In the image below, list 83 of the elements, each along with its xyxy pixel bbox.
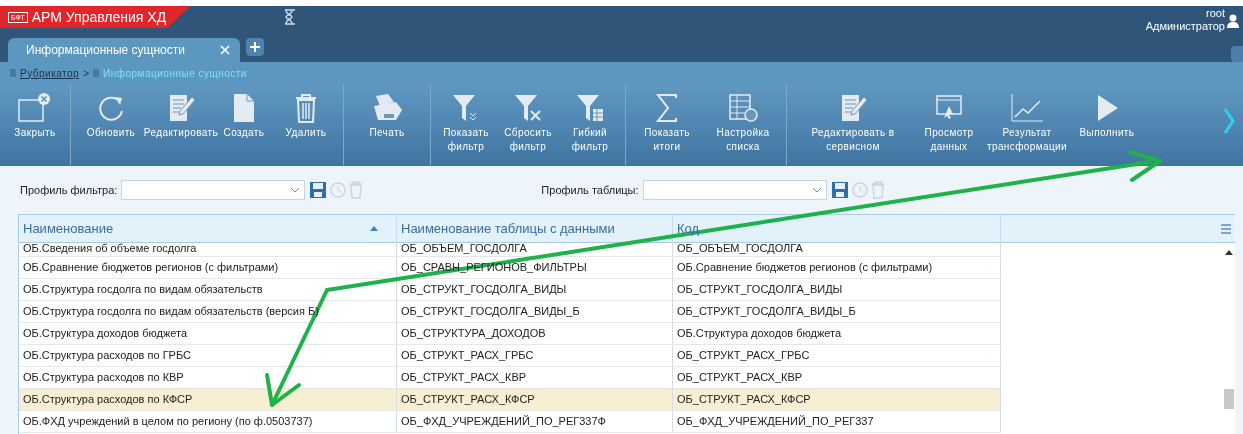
column-header[interactable]: Наименование [19,215,397,242]
close-icon [17,92,53,124]
trash-icon[interactable] [870,181,885,199]
menu-icon[interactable] [1221,223,1231,234]
table-cell: ОБ.Сравнение бюджетов регионов (с фильтрами) [19,257,397,278]
plus-icon [250,42,260,52]
save-icon[interactable] [309,181,328,199]
table-cell: ОБ_СТРУКТ_РАСХ_КВР [397,367,673,388]
table-cell: ОБ.Структура доходов бюджета [673,323,1001,344]
table-row[interactable]: ОБ.Структура расходов по ГРБС ОБ_СТРУКТ_РАСХ_ГРБС ОБ_СТРУКТ_РАСХ_ГРБС [19,345,1001,367]
toolbar-button[interactable]: Удалить [273,84,339,166]
table-row[interactable]: ОБ.Сведения об объеме госдолга ОБ_ОБЪЕМ_ГОСДОЛГА ОБ_ОБЪЕМ_ГОСДОЛГА [19,243,1001,257]
breadcrumb-separator: > [83,66,90,81]
table-row[interactable]: ОБ.Структура госдолга по видам обязательств ОБ_СТРУКТ_ГОСДОЛГА_ВИДЫ ОБ_СТРУКТ_ГОСДОЛГА_ВИДЫ [19,279,1001,301]
breadcrumb-current: Информационные сущности [103,66,247,81]
user-icon[interactable] [1227,14,1239,28]
table-row[interactable]: ОБ.Структура доходов бюджета ОБ_СТРУКТУРА_ДОХОДОВ ОБ.Структура доходов бюджета [19,323,1001,345]
table-cell: ОБ.Сравнение бюджетов регионов (с фильтрами) [673,257,1001,278]
table-cell: ОБ.Структура расходов по ГРБС [19,345,397,366]
trash-icon [293,92,319,124]
table-row[interactable]: ОБ.ФХД учреждений в целом по региону (по ф.0503737) ОБ_ФХД_УЧРЕЖДЕНИЙ_ПО_РЕГ337Ф ОБ_ФХД_УЧРЕЖДЕНИЙ_ПО_РЕГ337 [19,411,1001,433]
table-cell: ОБ_СТРУКТ_ГОСДОЛГА_ВИДЫ_Б [673,301,1001,322]
table-row[interactable]: ОБ.Структура расходов по КВР ОБ_СТРУКТ_РАСХ_КВР ОБ_СТРУКТ_РАСХ_КВР [19,367,1001,389]
table-cell: ОБ_СТРУКТ_РАСХ_КФСР [397,389,673,410]
breadcrumb-link[interactable]: Рубрикатор [20,65,80,81]
toolbar-button[interactable]: Сбросить фильтр [497,84,559,166]
line-chart-icon [1009,92,1045,124]
tab[interactable]: Информационные сущности [8,38,240,62]
toolbar-button[interactable]: Закрыть [4,84,66,166]
table-cell: ОБ_СТРУКТ_РАСХ_ГРБС [673,345,1001,366]
table-cell: ОБ_СТРУКТУРА_ДОХОДОВ [397,323,673,344]
toolbar-button[interactable]: Результат трансформации [983,84,1071,166]
table-cell: ОБ_СТРУКТ_РАСХ_КФСР [673,389,1001,410]
table-cell: ОБ_СТРУКТ_ГОСДОЛГА_ВИДЫ [673,279,1001,300]
table-cell: ОБ.Сведения об объеме госдолга [19,239,397,256]
scroll-up-icon[interactable] [1225,250,1233,255]
chevron-right-icon[interactable] [1223,108,1235,134]
sigma-icon [654,92,680,124]
table-cell: ОБ_СТРУКТ_ГОСДОЛГА_ВИДЫ_Б [397,301,673,322]
toolbar-button[interactable]: Показать фильтр [435,84,497,166]
app-title: АРМ Управления ХД [31,7,167,27]
table-cell: ОБ.Структура доходов бюджета [19,323,397,344]
trash-icon[interactable] [349,181,364,199]
save-icon[interactable] [830,181,849,199]
filter-table-icon [575,92,605,124]
chevron-down-icon [290,187,301,193]
column-header[interactable]: Наименование таблицы с данными [397,215,673,242]
add-tab-button[interactable] [246,38,264,56]
table-cell: ОБ.Структура расходов по КФСР [19,389,397,410]
filter-clear-icon [513,92,543,124]
toolbar-button[interactable]: Редактировать в сервисном [791,84,915,166]
table-cell: ОБ_СТРУКТ_РАСХ_КВР [673,367,1001,388]
toolbar-button[interactable]: Выполнить [1071,84,1143,166]
toolbar-button[interactable]: Гибкий фильтр [559,84,621,166]
table-cell: ОБ.Структура расходов по КВР [19,367,397,388]
list-icon [10,68,16,78]
collapse-button[interactable] [1231,46,1243,62]
tab-label: Информационные сущности [26,42,185,59]
table-cell: ОБ_ФХД_УЧРЕЖДЕНИЙ_ПО_РЕГ337 [673,411,1001,432]
table-cell: ОБ_ОБЪЕМ_ГОСДОЛГА [673,239,1001,256]
toolbar-button[interactable]: Показать итоги [630,84,704,166]
user-role: Администратор [1145,20,1225,33]
table-row[interactable]: ОБ.Структура расходов по КФСР ОБ_СТРУКТ_РАСХ_КФСР ОБ_СТРУКТ_РАСХ_КФСР [19,389,1001,411]
table-cell: ОБ_ОБЪЕМ_ГОСДОЛГА [397,239,673,256]
toolbar-button[interactable]: Печать [348,84,426,166]
document-icon [231,92,257,124]
toolbar-button[interactable]: Настройка списка [704,84,782,166]
filter-profile-label: Профиль фильтра: [20,182,118,198]
column-header[interactable]: Код [673,215,1001,242]
user-login: root [1206,7,1225,20]
table-cell: ОБ.Структура госдолга по видам обязательств [19,279,397,300]
chevron-down-icon [811,187,822,193]
scroll-thumb[interactable] [1224,389,1234,409]
table-cell: ОБ_СТРУКТ_ГОСДОЛГА_ВИДЫ [397,279,673,300]
table-settings-icon [727,92,759,124]
toolbar-button[interactable]: Просмотр данных [915,84,983,166]
hourglass-icon[interactable] [282,9,297,25]
table-cell: ОБ.ФХД учреждений в целом по региону (по ф.0503737) [19,411,397,432]
table-cell: ОБ_СТРУКТ_РАСХ_ГРБС [397,345,673,366]
close-icon[interactable] [220,45,230,55]
list-icon [93,68,100,78]
table-profile-label: Профиль таблицы: [541,182,639,198]
table-cell: ОБ_ФХД_УЧРЕЖДЕНИЙ_ПО_РЕГ337Ф [397,411,673,432]
